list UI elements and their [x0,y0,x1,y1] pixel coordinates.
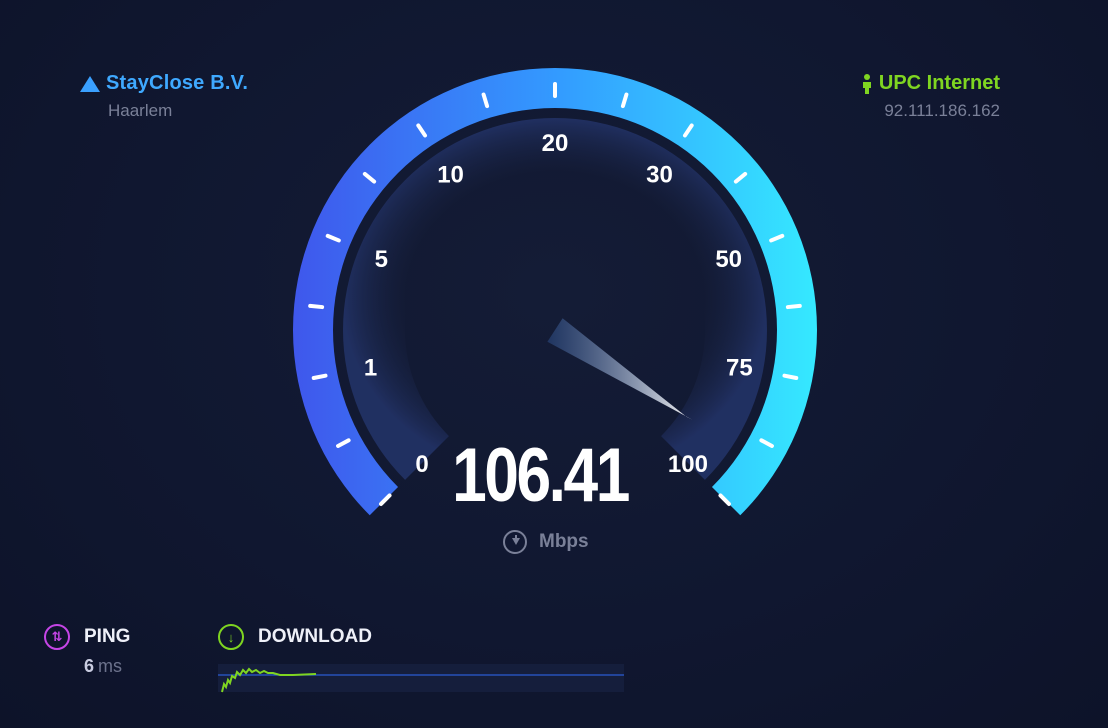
gauge-scale-label: 1 [364,355,377,382]
ping-unit: ms [98,656,123,676]
speed-unit: Mbps [503,530,589,554]
gauge-scale-label: 5 [375,246,388,273]
ping-number: 6 [84,656,95,676]
gauge-tick [308,303,325,310]
gauge-scale-label: 10 [437,162,464,189]
gauge-scale-label: 20 [542,130,569,157]
ping-section: ⇅ PING 6 ms [44,624,130,677]
gauge-tick [311,373,328,380]
speed-value: 106.41 [452,433,630,518]
gauge-inner-band [343,118,767,480]
ping-icon: ⇅ [44,624,70,650]
gauge-scale-label: 30 [646,162,673,189]
ping-label: PING [84,626,131,647]
download-label: DOWNLOAD [258,626,372,647]
gauge-needle [547,318,693,420]
download-icon: ↓ [218,624,244,650]
speed-unit-label: Mbps [539,531,589,552]
download-section: ↓ DOWNLOAD [218,624,372,650]
gauge-scale-label: 50 [715,246,742,273]
ping-value: 6 ms [84,656,130,677]
speed-gauge: 0151020305075100 [292,67,817,516]
gauge-scale-label: 75 [726,355,753,382]
download-arrow-icon [503,530,527,554]
download-graph [218,664,624,693]
gauge-tick [782,373,799,380]
gauge-tick [785,303,802,310]
download-graph-track [218,664,624,692]
